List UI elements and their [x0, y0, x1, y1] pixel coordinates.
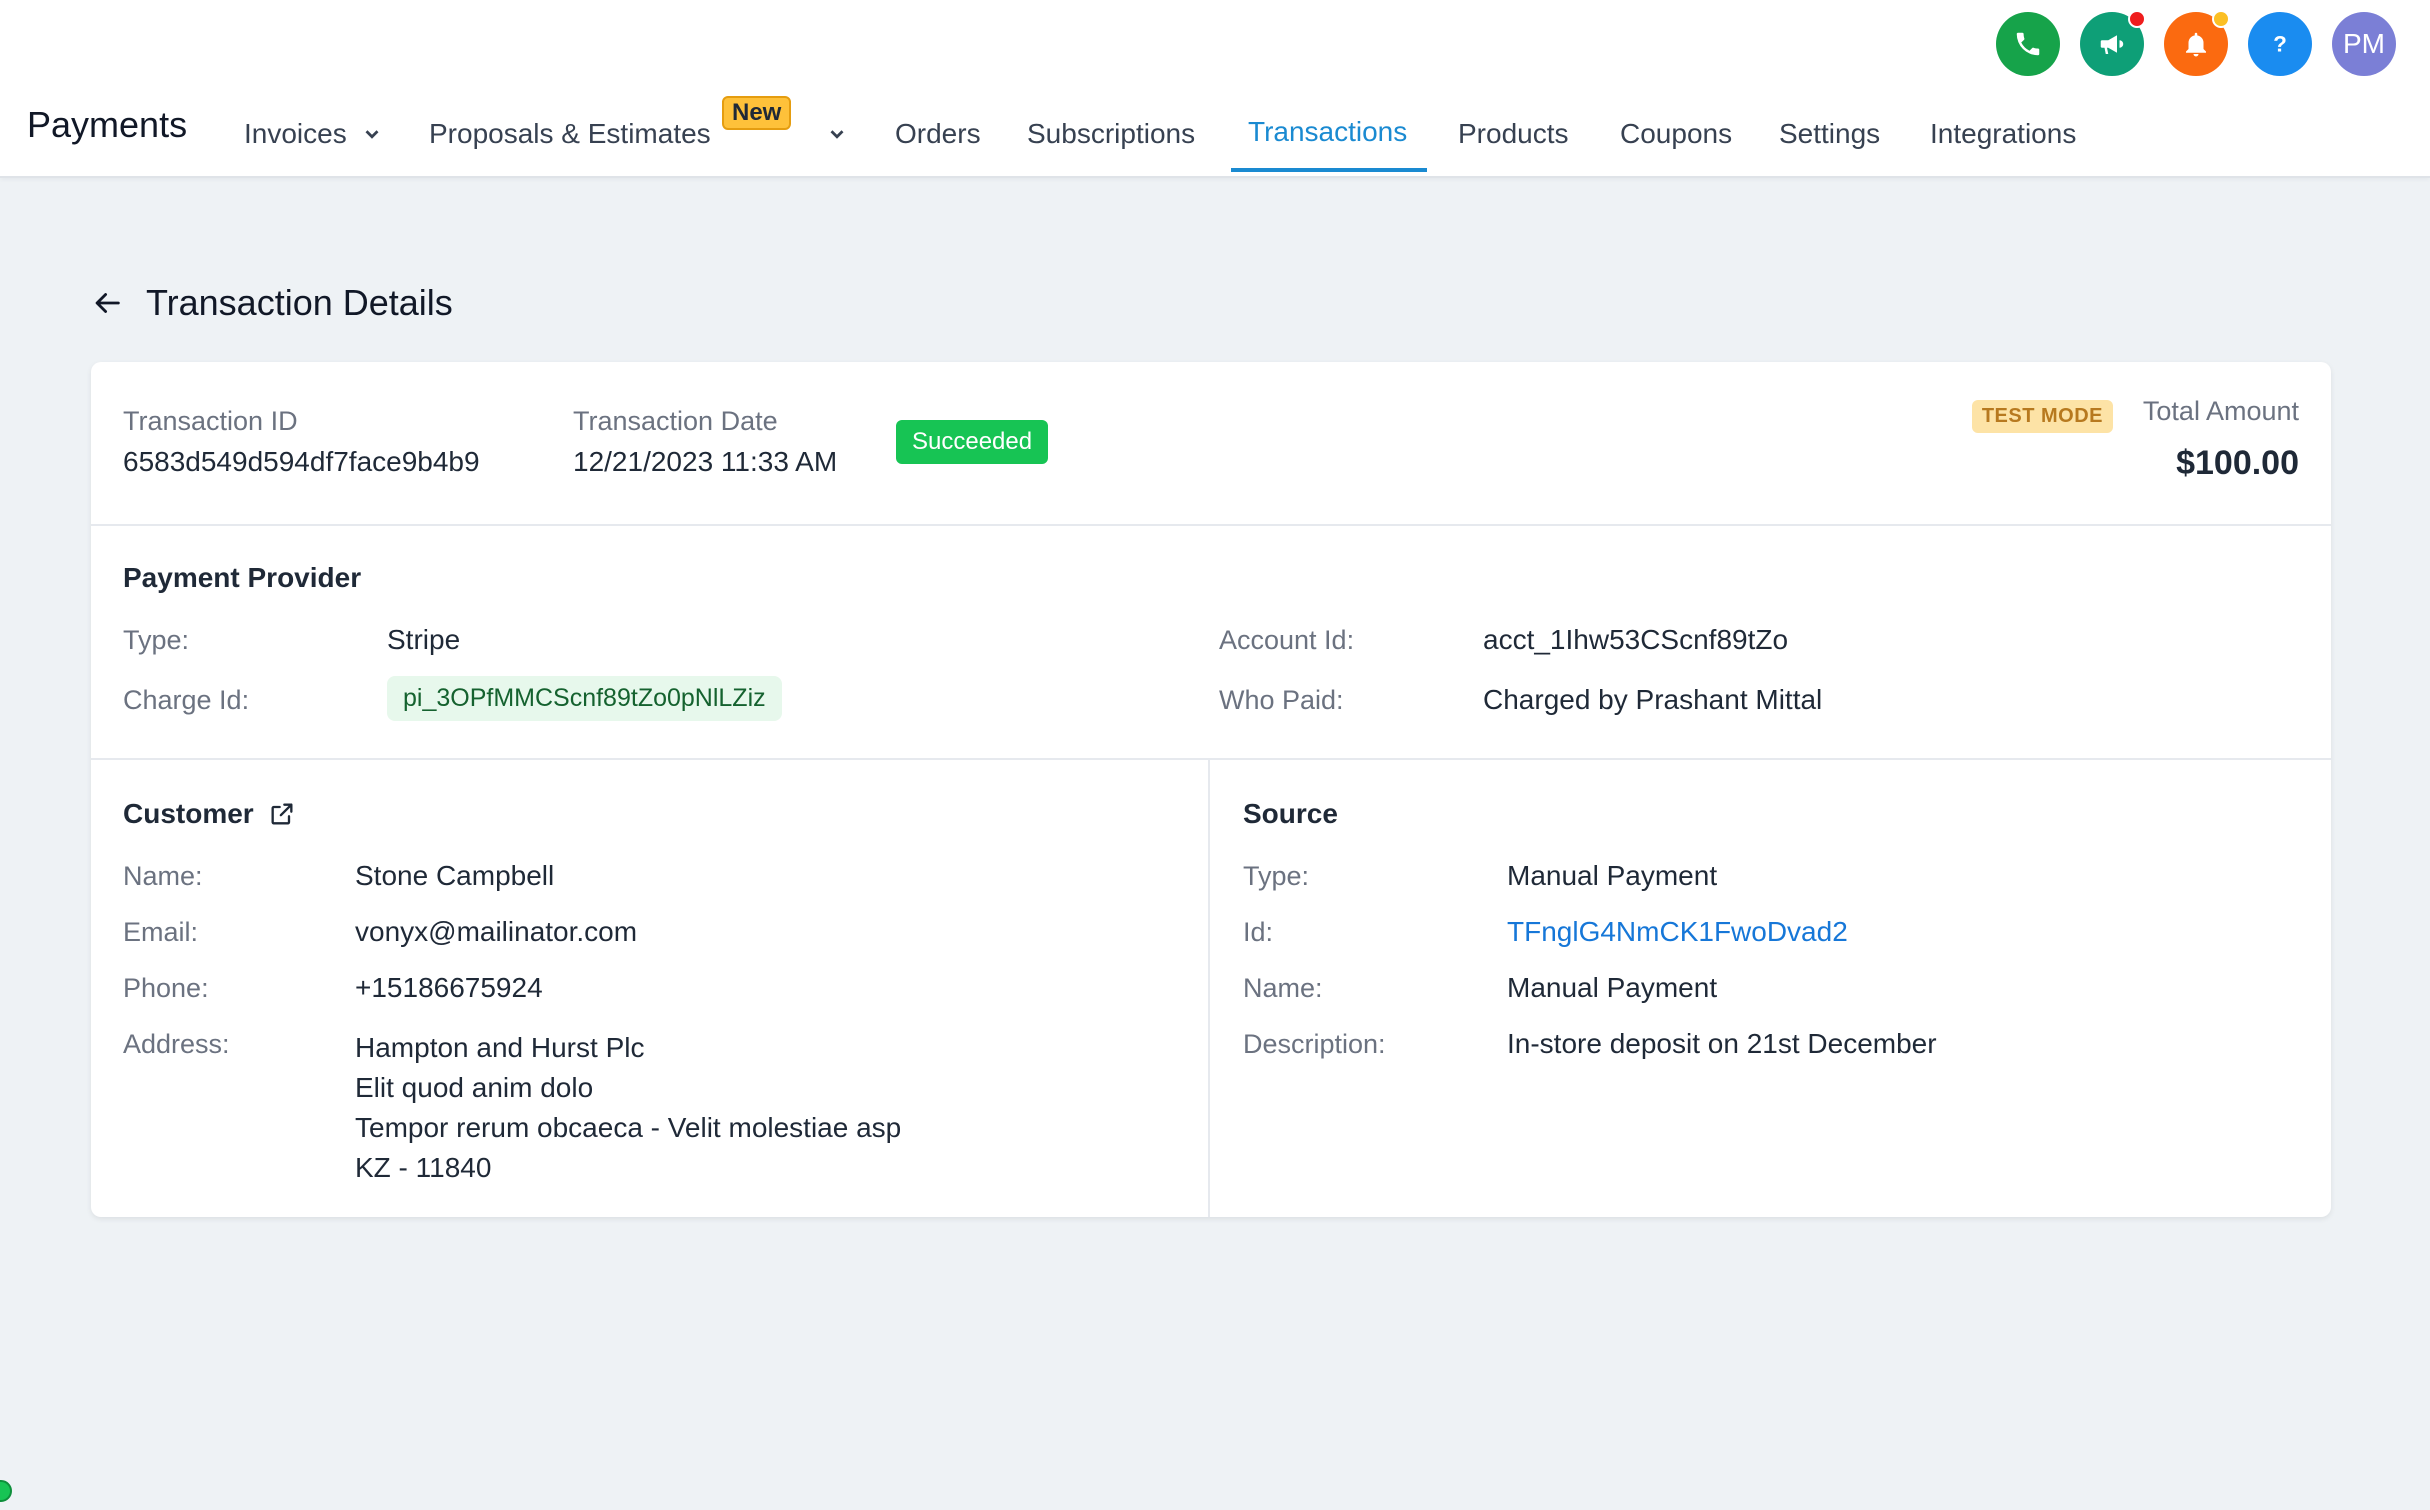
new-badge: New — [722, 96, 792, 130]
tab-label: Settings — [1779, 118, 1881, 149]
tab-transactions[interactable]: Transactions — [1248, 112, 1407, 152]
transaction-date: 12/21/2023 11:33 AM — [573, 446, 838, 477]
customer-address: Hampton and Hurst Plc Elit quod anim dol… — [355, 1028, 901, 1188]
page-title: Transaction Details — [146, 282, 453, 323]
section-title: Payment Provider — [123, 562, 362, 593]
source-name-label: Name: — [1243, 973, 1323, 1003]
notifications-button[interactable] — [2164, 10, 2230, 76]
total-amount-label: Total Amount — [2142, 396, 2299, 426]
payment-provider-section: Payment Provider Type: Stripe Charge Id:… — [91, 526, 2331, 760]
tab-label: Subscriptions — [1027, 118, 1196, 149]
source-type-label: Type: — [1243, 861, 1310, 891]
customer-phone-label: Phone: — [123, 973, 209, 1003]
column-divider — [1208, 760, 1210, 1217]
back-arrow-icon[interactable] — [90, 286, 124, 320]
tab-label: Orders — [895, 118, 981, 149]
source-description: In-store deposit on 21st December — [1507, 1028, 1937, 1059]
phone-icon — [2016, 32, 2040, 56]
help-button[interactable]: ? — [2248, 12, 2312, 76]
source-description-label: Description: — [1243, 1029, 1386, 1059]
source-title: Source — [1243, 798, 1338, 829]
tab-label: Integrations — [1930, 118, 2077, 149]
tab-products[interactable]: Products — [1458, 114, 1569, 154]
tab-settings[interactable]: Settings — [1779, 114, 1880, 154]
main-nav: Payments Invoices Proposals & Estimates … — [0, 90, 2430, 178]
active-tab-indicator — [1231, 168, 1427, 172]
megaphone-icon — [2100, 35, 2124, 54]
address-line: Hampton and Hurst Plc — [355, 1032, 645, 1063]
address-line: Tempor rerum obcaeca - Velit molestiae a… — [355, 1112, 902, 1143]
notification-dot — [2128, 10, 2146, 28]
who-paid-label: Who Paid: — [1219, 685, 1344, 715]
avatar[interactable]: PM — [2332, 12, 2396, 76]
tab-subscriptions[interactable]: Subscriptions — [1027, 114, 1195, 154]
external-link-icon[interactable] — [268, 800, 296, 828]
source-id-link[interactable]: TFnglG4NmCK1FwoDvad2 — [1507, 916, 1848, 948]
tab-integrations[interactable]: Integrations — [1930, 114, 2076, 154]
account-id: acct_1Ihw53CScnf89tZo — [1483, 624, 1789, 655]
bell-icon — [2186, 32, 2206, 57]
transaction-summary: Transaction ID 6583d549d594df7face9b4b9 … — [91, 362, 2331, 526]
customer-address-label: Address: — [123, 1029, 230, 1059]
transaction-id: 6583d549d594df7face9b4b9 — [123, 446, 480, 477]
details-section: Customer Name: Stone Campbell Email: von… — [91, 760, 2331, 1217]
chevron-down-icon — [365, 130, 379, 139]
customer-email: vonyx@mailinator.com — [355, 916, 638, 947]
address-line: Elit quod anim dolo — [355, 1072, 594, 1103]
customer-name-label: Name: — [123, 861, 203, 891]
page-header: Transaction Details — [90, 282, 453, 324]
test-mode-badge: TEST MODE — [1971, 400, 2113, 433]
customer-name: Stone Campbell — [355, 860, 555, 891]
tab-label: Coupons — [1620, 118, 1733, 149]
help-icon: ? — [2273, 32, 2287, 57]
transaction-id-label: Transaction ID — [123, 406, 298, 436]
avatar-initials: PM — [2343, 28, 2385, 59]
tab-orders[interactable]: Orders — [895, 114, 981, 154]
who-paid: Charged by Prashant Mittal — [1483, 684, 1823, 715]
section-title: Customer — [123, 798, 254, 829]
tab-coupons[interactable]: Coupons — [1620, 114, 1732, 154]
chat-widget-button[interactable] — [0, 1480, 12, 1502]
top-icon-group: ? PM — [1996, 10, 2396, 76]
source-type: Manual Payment — [1507, 860, 1718, 891]
source-id-label: Id: — [1243, 917, 1274, 947]
total-amount: $100.00 — [2176, 444, 2299, 482]
provider-type: Stripe — [387, 624, 461, 655]
charge-id-label: Charge Id: — [123, 685, 250, 715]
tab-invoices[interactable]: Invoices — [244, 114, 383, 154]
transaction-card: Transaction ID 6583d549d594df7face9b4b9 … — [91, 362, 2331, 1217]
provider-type-label: Type: — [123, 625, 190, 655]
tab-label: Invoices — [244, 118, 347, 149]
tab-label: Products — [1458, 118, 1569, 149]
account-id-label: Account Id: — [1219, 625, 1355, 655]
brand-title: Payments — [27, 104, 188, 145]
address-line: KZ - 11840 — [355, 1152, 492, 1183]
customer-phone: +15186675924 — [355, 972, 543, 1003]
top-bar: ? PM Payments Invoices Proposals & Estim… — [0, 0, 2430, 178]
status-badge: Succeeded — [896, 420, 1049, 464]
customer-email-label: Email: — [123, 917, 199, 947]
tab-proposals-estimates[interactable]: Proposals & Estimates — [429, 114, 711, 154]
chevron-down-icon — [830, 130, 844, 139]
phone-button[interactable] — [1996, 12, 2060, 76]
notification-dot — [2212, 10, 2230, 28]
tab-label: Transactions — [1248, 116, 1408, 147]
transaction-date-label: Transaction Date — [573, 406, 778, 436]
announcements-button[interactable] — [2080, 10, 2146, 76]
proposals-dropdown[interactable] — [826, 114, 848, 154]
customer-header: Customer — [123, 798, 296, 830]
charge-id[interactable]: pi_3OPfMMCScnf89tZo0pNlLZiz — [387, 676, 782, 721]
svg-text:?: ? — [2273, 32, 2287, 57]
source-name: Manual Payment — [1507, 972, 1718, 1003]
tab-label: Proposals & Estimates — [429, 118, 711, 149]
